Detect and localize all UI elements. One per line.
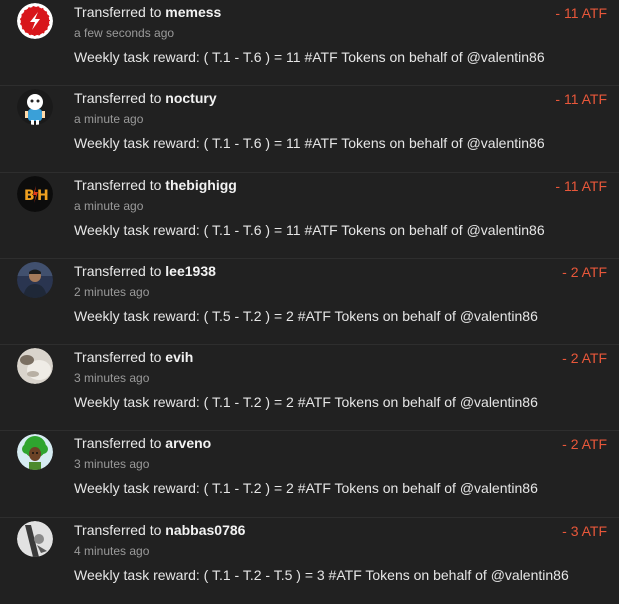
transfer-prefix: Transferred to bbox=[74, 4, 162, 20]
transfer-title: Transferred to noctury bbox=[74, 90, 217, 106]
light-photo-icon[interactable] bbox=[17, 348, 53, 385]
transfer-memo: Weekly task reward: ( T.5 - T.2 ) = 2 #A… bbox=[74, 307, 538, 324]
transfer-timestamp: a minute ago bbox=[74, 198, 144, 213]
transfer-amount: - 11 ATF bbox=[555, 91, 607, 108]
transfer-memo: Weekly task reward: ( T.1 - T.2 ) = 2 #A… bbox=[74, 480, 538, 497]
transfer-timestamp: 2 minutes ago bbox=[74, 284, 150, 299]
red-circle-logo-icon[interactable] bbox=[17, 3, 53, 39]
transfer-memo: Weekly task reward: ( T.1 - T.2 ) = 2 #A… bbox=[74, 394, 538, 411]
transfer-timestamp: a few seconds ago bbox=[74, 26, 175, 40]
transfer-timestamp: 3 minutes ago bbox=[74, 371, 150, 386]
transfer-row: Transferred to evih 3 minutes ago Weekly… bbox=[0, 345, 619, 432]
transfer-prefix: Transferred to bbox=[74, 521, 162, 538]
transfer-amount: - 2 ATF bbox=[562, 350, 607, 367]
svg-text:H: H bbox=[37, 188, 49, 204]
transfer-row: Transferred to lee1938 2 minutes ago Wee… bbox=[0, 259, 619, 346]
transfer-amount: - 2 ATF bbox=[562, 263, 607, 280]
transfer-row: Transferred to arveno 3 minutes ago Week… bbox=[0, 431, 619, 518]
transfer-title: Transferred to evih bbox=[74, 349, 193, 365]
transfer-memo: Weekly task reward: ( T.1 - T.2 - T.5 ) … bbox=[74, 566, 569, 583]
transfer-amount: - 11 ATF bbox=[555, 5, 607, 21]
transfer-timestamp: 3 minutes ago bbox=[74, 457, 150, 472]
transfer-row: Transferred to nabbas0786 4 minutes ago … bbox=[0, 518, 619, 604]
recipient-username[interactable]: noctury bbox=[165, 90, 216, 106]
transfer-prefix: Transferred to bbox=[74, 90, 162, 107]
transfer-title: Transferred to nabbas0786 bbox=[74, 522, 245, 538]
recipient-username[interactable]: lee1938 bbox=[165, 263, 216, 279]
transfer-prefix: Transferred to bbox=[74, 435, 162, 452]
transfer-prefix: Transferred to bbox=[74, 349, 162, 366]
transfer-prefix: Transferred to bbox=[74, 176, 162, 193]
person-photo-icon[interactable] bbox=[17, 261, 53, 298]
transfer-memo: Weekly task reward: ( T.1 - T.6 ) = 11 #… bbox=[74, 49, 545, 65]
grayscale-photo-icon[interactable] bbox=[17, 520, 53, 557]
green-afro-character-icon[interactable] bbox=[17, 434, 53, 471]
transfer-amount: - 3 ATF bbox=[562, 522, 607, 539]
recipient-username[interactable]: thebighigg bbox=[165, 177, 237, 193]
svg-text:B: B bbox=[24, 188, 35, 204]
transfer-title: Transferred to memess bbox=[74, 4, 221, 20]
transfer-timestamp: a minute ago bbox=[74, 112, 144, 127]
transfer-title: Transferred to lee1938 bbox=[74, 263, 216, 279]
transfer-amount: - 2 ATF bbox=[562, 436, 607, 453]
transfer-title: Transferred to thebighigg bbox=[74, 177, 237, 193]
transfer-timestamp: 4 minutes ago bbox=[74, 543, 150, 558]
transfer-row: B H Transferred to thebighigg a minute a… bbox=[0, 173, 619, 259]
cartoon-character-icon[interactable] bbox=[17, 89, 53, 126]
recipient-username[interactable]: evih bbox=[165, 349, 193, 365]
transfer-row: Transferred to noctury a minute ago Week… bbox=[0, 86, 619, 173]
transfer-feed: Transferred to memess a few seconds ago … bbox=[0, 0, 619, 604]
transfer-title: Transferred to arveno bbox=[74, 435, 211, 451]
transfer-amount: - 11 ATF bbox=[555, 177, 607, 194]
recipient-username[interactable]: arveno bbox=[165, 435, 211, 451]
recipient-username[interactable]: nabbas0786 bbox=[165, 522, 245, 538]
transfer-prefix: Transferred to bbox=[74, 262, 162, 279]
bh-logo-icon[interactable]: B H bbox=[17, 175, 53, 212]
transfer-row: Transferred to memess a few seconds ago … bbox=[0, 0, 619, 87]
transfer-memo: Weekly task reward: ( T.1 - T.6 ) = 11 #… bbox=[74, 135, 545, 152]
recipient-username[interactable]: memess bbox=[165, 4, 221, 20]
transfer-memo: Weekly task reward: ( T.1 - T.6 ) = 11 #… bbox=[74, 221, 545, 238]
